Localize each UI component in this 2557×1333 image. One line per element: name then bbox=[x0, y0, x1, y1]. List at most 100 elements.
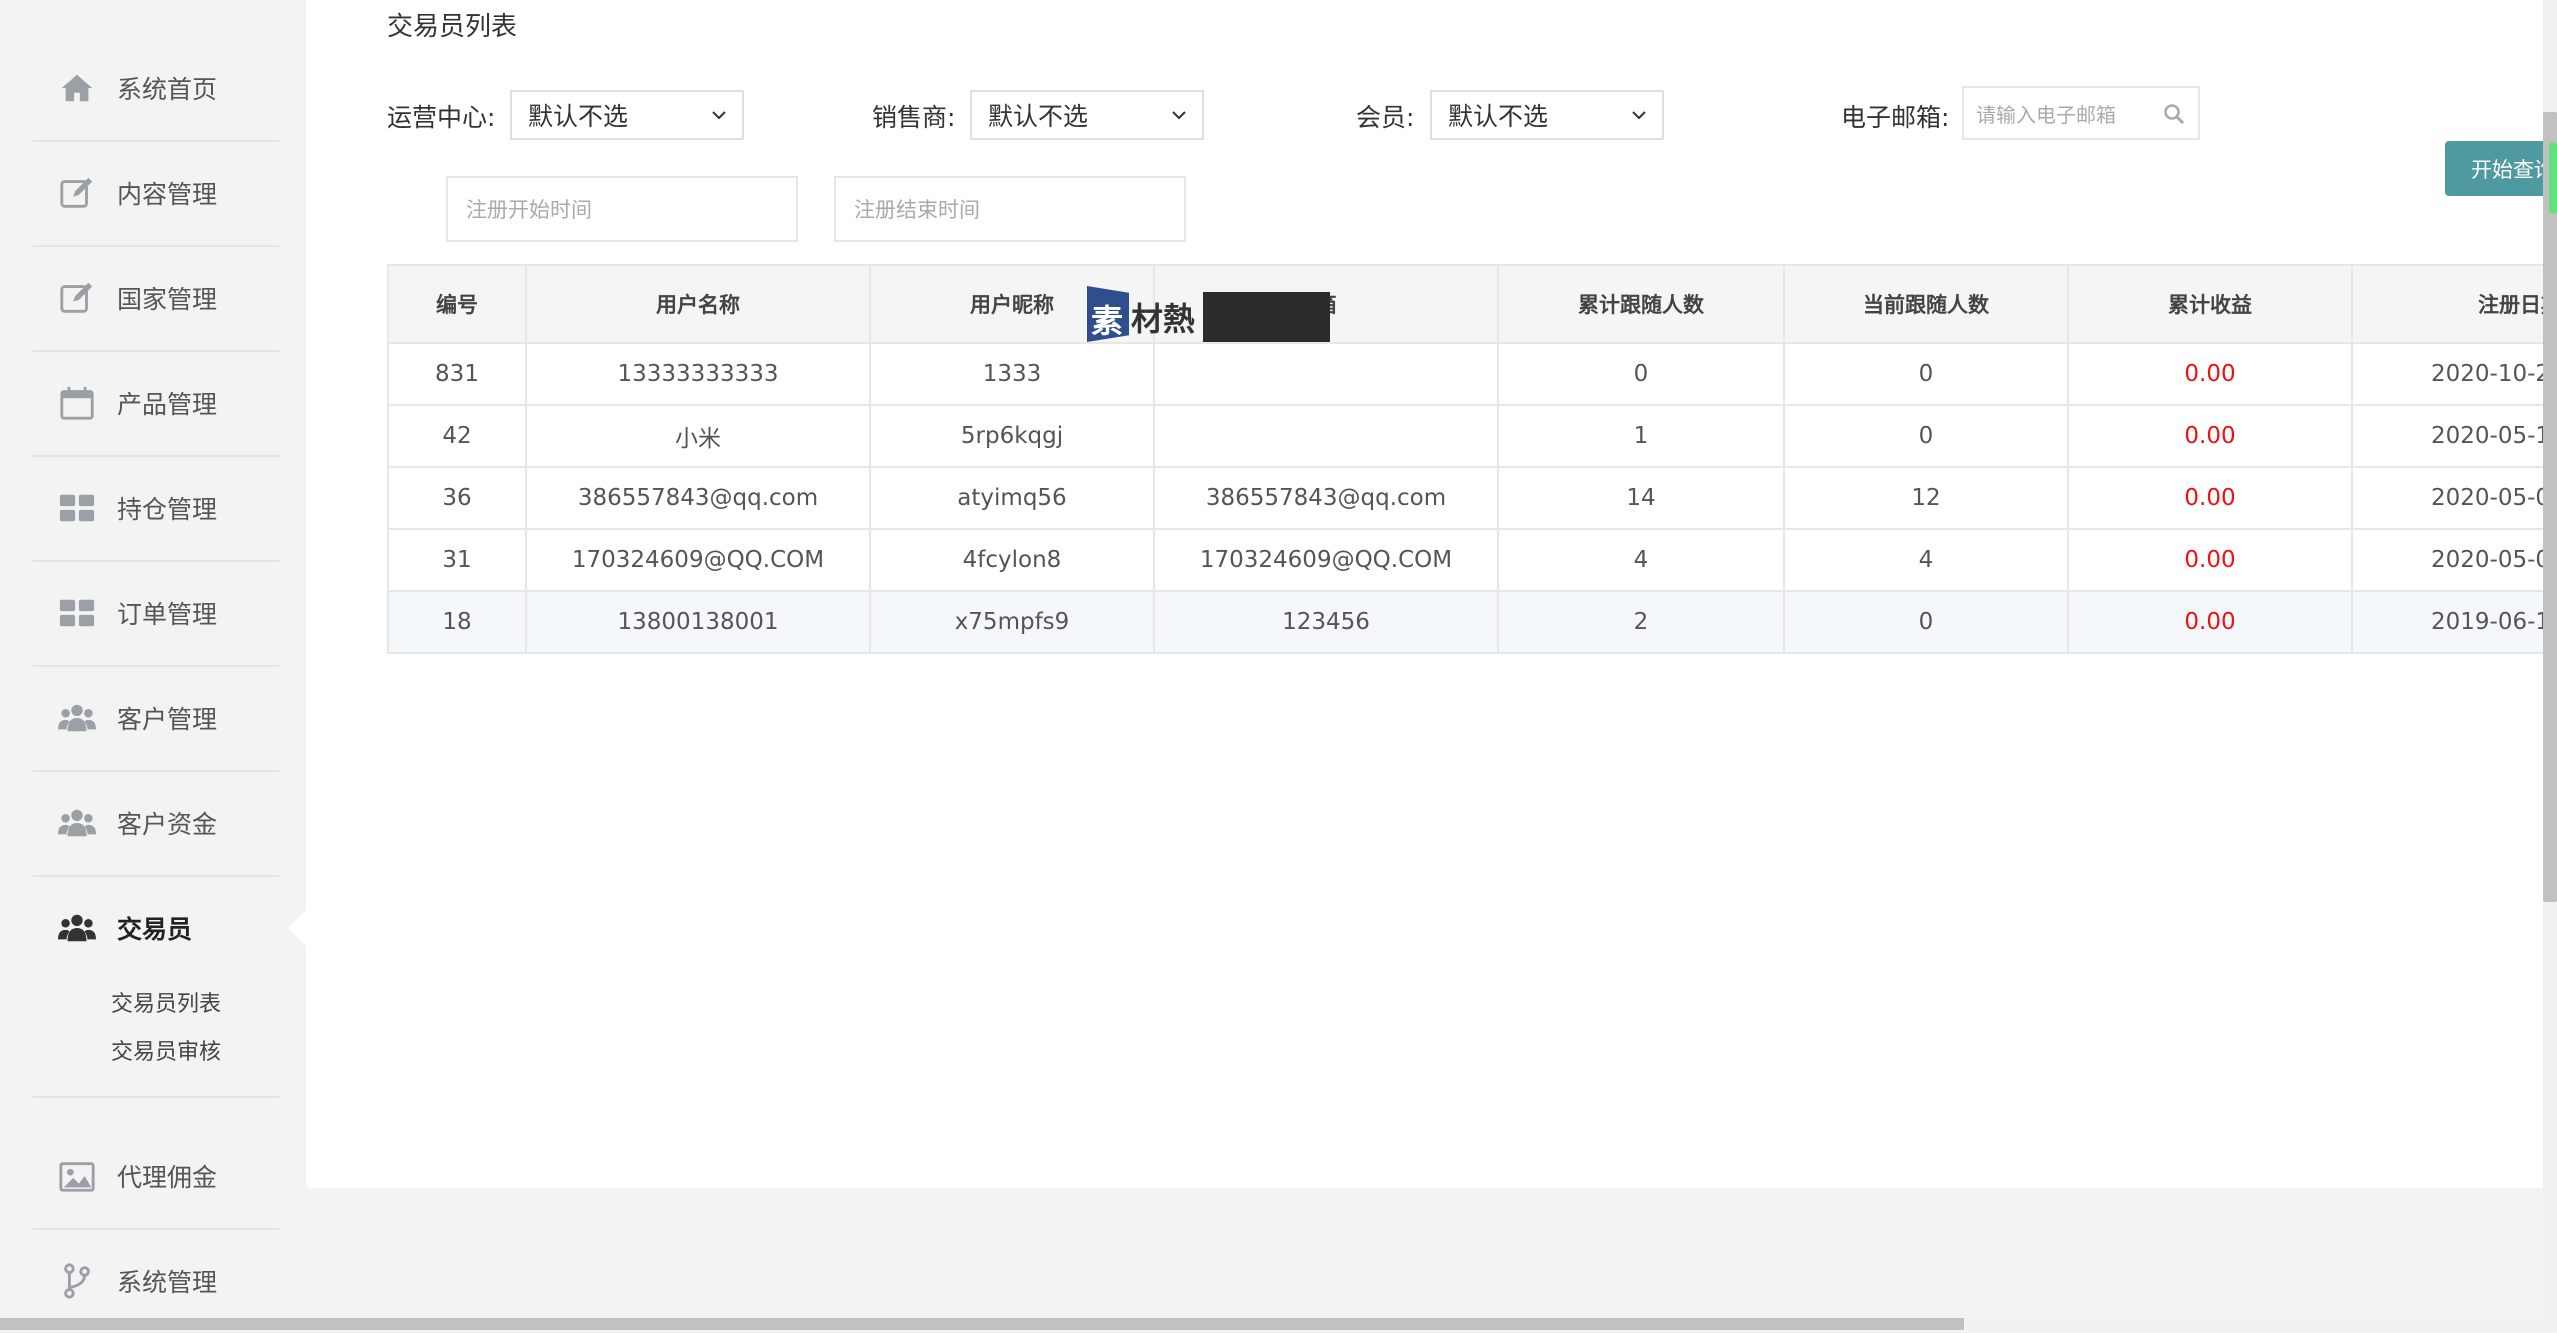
cell-username: 170324609@QQ.COM bbox=[525, 528, 871, 592]
chevron-down-icon bbox=[1632, 111, 1646, 120]
cell-total-profit: 0.00 bbox=[2067, 590, 2353, 654]
sidebar-item-customer[interactable]: 客户管理 bbox=[33, 666, 279, 772]
col-current-followers-header[interactable]: 当前跟随人数 bbox=[1783, 264, 2069, 344]
cell-total-followers: 4 bbox=[1497, 528, 1785, 592]
cell-nickname: x75mpfs9 bbox=[869, 590, 1155, 654]
cell-nickname: atyimq56 bbox=[869, 466, 1155, 530]
cell-total-followers: 1 bbox=[1497, 404, 1785, 468]
cell-current-followers: 4 bbox=[1783, 528, 2069, 592]
sidebar-item-country[interactable]: 国家管理 bbox=[33, 246, 279, 352]
sidebar-item-agent-commission[interactable]: 代理佣金 bbox=[33, 1124, 279, 1230]
table-row[interactable]: 31 170324609@QQ.COM 4fcylon8 170324609@Q… bbox=[387, 528, 2543, 592]
cell-username: 13800138001 bbox=[525, 590, 871, 654]
reseller-value: 默认不选 bbox=[988, 102, 1089, 131]
reg-start-placeholder: 注册开始时间 bbox=[466, 198, 592, 222]
cell-id: 42 bbox=[387, 404, 527, 468]
grid-icon bbox=[57, 488, 97, 528]
cell-nickname: 1333 bbox=[869, 342, 1155, 406]
cell-username: 386557843@qq.com bbox=[525, 466, 871, 530]
sidebar-item-label: 国家管理 bbox=[117, 285, 218, 314]
sidebar-item-trader[interactable]: 交易员 bbox=[33, 876, 279, 980]
page-title: 交易员列表 bbox=[387, 12, 518, 42]
member-select[interactable]: 默认不选 bbox=[1430, 90, 1664, 140]
branch-icon bbox=[57, 1261, 97, 1301]
reg-start-input[interactable]: 注册开始时间 bbox=[446, 176, 798, 242]
sidebar-item-funds[interactable]: 客户资金 bbox=[33, 771, 279, 877]
edit-icon bbox=[57, 173, 97, 213]
search-icon[interactable] bbox=[2162, 102, 2186, 126]
col-username-header[interactable]: 用户名称 bbox=[525, 264, 871, 344]
users-icon bbox=[57, 803, 97, 843]
cell-total-followers: 0 bbox=[1497, 342, 1785, 406]
email-search-input[interactable]: 请输入电子邮箱 bbox=[1962, 86, 2200, 140]
cell-total-profit: 0.00 bbox=[2067, 528, 2353, 592]
grid-icon bbox=[57, 593, 97, 633]
sidebar-item-home[interactable]: 系统首页 bbox=[33, 36, 279, 142]
scroll-indicator bbox=[2549, 142, 2557, 214]
col-register-date-header[interactable]: 注册日期 bbox=[2351, 264, 2543, 344]
horizontal-scrollbar-thumb[interactable] bbox=[0, 1318, 1964, 1330]
cell-total-profit: 0.00 bbox=[2067, 404, 2353, 468]
cell-email: 170324609@QQ.COM bbox=[1153, 528, 1499, 592]
users-icon bbox=[57, 698, 97, 738]
sidebar-item-label: 内容管理 bbox=[117, 180, 218, 209]
reseller-select[interactable]: 默认不选 bbox=[970, 90, 1204, 140]
cell-nickname: 4fcylon8 bbox=[869, 528, 1155, 592]
submenu-trader-list[interactable]: 交易员列表 bbox=[111, 986, 221, 1018]
cell-id: 18 bbox=[387, 590, 527, 654]
table-row[interactable]: 42 小米 5rp6kqgj 1 0 0.00 2020-05-10 13: bbox=[387, 404, 2543, 468]
ops-center-select[interactable]: 默认不选 bbox=[510, 90, 744, 140]
image-icon bbox=[57, 1156, 97, 1196]
cell-total-followers: 14 bbox=[1497, 466, 1785, 530]
cell-register-date: 2020-05-03 14: bbox=[2351, 528, 2543, 592]
sidebar-item-label: 客户管理 bbox=[117, 705, 218, 734]
col-total-profit-header[interactable]: 累计收益 bbox=[2067, 264, 2353, 344]
divider bbox=[33, 1096, 279, 1098]
submenu-trader-review[interactable]: 交易员审核 bbox=[111, 1034, 221, 1066]
col-id-header[interactable]: 编号 bbox=[387, 264, 527, 344]
home-icon bbox=[57, 68, 97, 108]
vertical-scrollbar-thumb[interactable] bbox=[2543, 112, 2557, 902]
sidebar-item-label: 订单管理 bbox=[117, 600, 218, 629]
sidebar-item-label: 交易员 bbox=[117, 915, 193, 944]
watermark: 素 材熱 bbox=[1087, 286, 1330, 342]
sidebar-item-position[interactable]: 持仓管理 bbox=[33, 456, 279, 562]
reg-end-placeholder: 注册结束时间 bbox=[854, 198, 980, 222]
cell-email bbox=[1153, 404, 1499, 468]
table-row[interactable]: 18 13800138001 x75mpfs9 123456 2 0 0.00 … bbox=[387, 590, 2543, 654]
sidebar-item-label: 产品管理 bbox=[117, 390, 218, 419]
users-icon bbox=[57, 908, 97, 948]
cell-current-followers: 0 bbox=[1783, 342, 2069, 406]
cell-current-followers: 0 bbox=[1783, 404, 2069, 468]
col-total-followers-header[interactable]: 累计跟随人数 bbox=[1497, 264, 1785, 344]
sidebar-item-content[interactable]: 内容管理 bbox=[33, 141, 279, 247]
ops-center-label: 运营中心: bbox=[387, 103, 496, 132]
chevron-down-icon bbox=[1172, 111, 1186, 120]
table-row[interactable]: 831 13333333333 1333 0 0 0.00 2020-10-23… bbox=[387, 342, 2543, 406]
query-button[interactable]: 开始查询 bbox=[2445, 141, 2557, 196]
ops-center-value: 默认不选 bbox=[528, 102, 629, 131]
calendar-icon bbox=[57, 383, 97, 423]
cell-register-date: 2019-06-15 14: bbox=[2351, 590, 2543, 654]
cell-nickname: 5rp6kqgj bbox=[869, 404, 1155, 468]
reg-end-input[interactable]: 注册结束时间 bbox=[834, 176, 1186, 242]
cell-email: 386557843@qq.com bbox=[1153, 466, 1499, 530]
cell-total-profit: 0.00 bbox=[2067, 342, 2353, 406]
cell-username: 小米 bbox=[525, 404, 871, 468]
cell-register-date: 2020-05-10 13: bbox=[2351, 404, 2543, 468]
table-row[interactable]: 36 386557843@qq.com atyimq56 386557843@q… bbox=[387, 466, 2543, 530]
email-placeholder: 请输入电子邮箱 bbox=[1976, 102, 2116, 127]
sidebar-item-product[interactable]: 产品管理 bbox=[33, 351, 279, 457]
sidebar-item-order[interactable]: 订单管理 bbox=[33, 561, 279, 667]
cell-id: 36 bbox=[387, 466, 527, 530]
cell-id: 831 bbox=[387, 342, 527, 406]
cell-id: 31 bbox=[387, 528, 527, 592]
cell-current-followers: 12 bbox=[1783, 466, 2069, 530]
watermark-logo: 素 bbox=[1087, 286, 1129, 342]
cell-current-followers: 0 bbox=[1783, 590, 2069, 654]
redaction-block bbox=[1203, 292, 1330, 342]
active-indicator bbox=[288, 910, 306, 946]
sidebar-item-label: 持仓管理 bbox=[117, 495, 218, 524]
table-header-row: 编号 用户名称 用户昵称 箱 累计跟随人数 当前跟随人数 累计收益 注册日期 bbox=[387, 264, 2543, 344]
cell-total-profit: 0.00 bbox=[2067, 466, 2353, 530]
